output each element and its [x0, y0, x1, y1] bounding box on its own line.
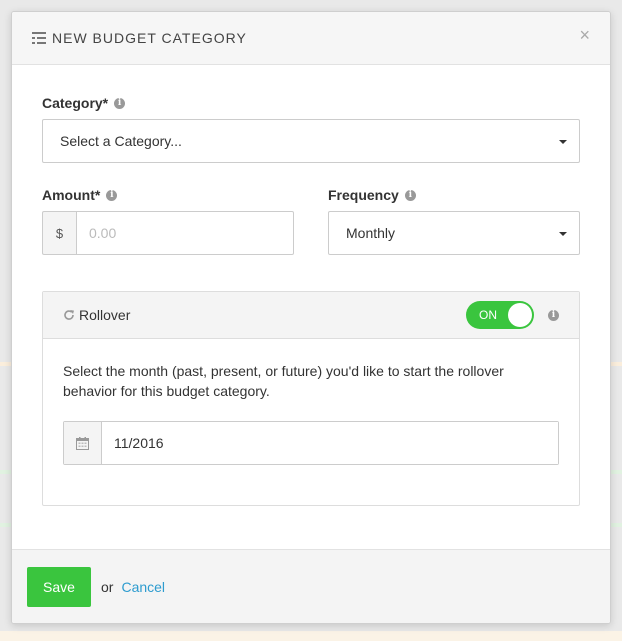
modal-footer: Save or Cancel	[12, 549, 610, 623]
category-field: Category* i Select a Category...	[42, 95, 580, 163]
cancel-link[interactable]: Cancel	[121, 579, 165, 595]
list-icon	[32, 32, 46, 44]
toggle-label: ON	[479, 308, 497, 322]
start-month-input-group	[63, 421, 559, 465]
rollover-body: Select the month (past, present, or futu…	[43, 339, 579, 505]
category-selected-value: Select a Category...	[60, 133, 182, 149]
start-month-input[interactable]	[102, 422, 558, 464]
info-icon[interactable]: i	[404, 189, 416, 201]
info-icon[interactable]: i	[106, 189, 118, 201]
calendar-icon[interactable]	[64, 422, 102, 464]
modal-title: NEW BUDGET CATEGORY	[52, 30, 247, 46]
calendar-icon	[76, 436, 89, 450]
currency-addon: $	[42, 211, 76, 255]
toggle-knob	[508, 303, 532, 327]
rollover-toggle[interactable]: ON	[466, 301, 534, 329]
save-button[interactable]: Save	[27, 566, 91, 607]
frequency-select[interactable]: Monthly	[328, 211, 580, 255]
rollover-header: Rollover ON i	[43, 292, 579, 339]
modal-body: Category* i Select a Category... Amount*…	[12, 95, 610, 506]
category-label: Category*	[42, 95, 109, 111]
background-hint	[0, 631, 622, 641]
caret-down-icon	[559, 140, 567, 144]
frequency-selected-value: Monthly	[346, 225, 396, 241]
close-icon[interactable]: ×	[579, 26, 590, 44]
rollover-panel: Rollover ON i Select the month (past, pr…	[42, 291, 580, 506]
amount-input[interactable]	[76, 211, 294, 255]
category-select[interactable]: Select a Category...	[42, 119, 580, 163]
rollover-title: Rollover	[79, 307, 131, 323]
refresh-icon	[64, 310, 74, 320]
amount-input-group: $	[42, 211, 294, 255]
amount-label: Amount*	[42, 187, 101, 203]
info-icon[interactable]: i	[114, 97, 126, 109]
modal-header: NEW BUDGET CATEGORY ×	[12, 12, 610, 65]
new-budget-category-modal: NEW BUDGET CATEGORY × Category* i Select…	[11, 11, 611, 624]
frequency-label-row: Frequency i	[328, 187, 580, 203]
rollover-description: Select the month (past, present, or futu…	[63, 363, 504, 399]
amount-field: Amount* i $	[42, 187, 294, 255]
info-icon[interactable]: i	[548, 310, 559, 321]
amount-frequency-row: Amount* i $ Frequency i Monthly	[42, 187, 580, 255]
caret-down-icon	[559, 232, 567, 236]
frequency-label: Frequency	[328, 187, 399, 203]
or-text: or	[101, 578, 114, 595]
amount-label-row: Amount* i	[42, 187, 294, 203]
frequency-field: Frequency i Monthly	[328, 187, 580, 255]
category-label-row: Category* i	[42, 95, 580, 111]
